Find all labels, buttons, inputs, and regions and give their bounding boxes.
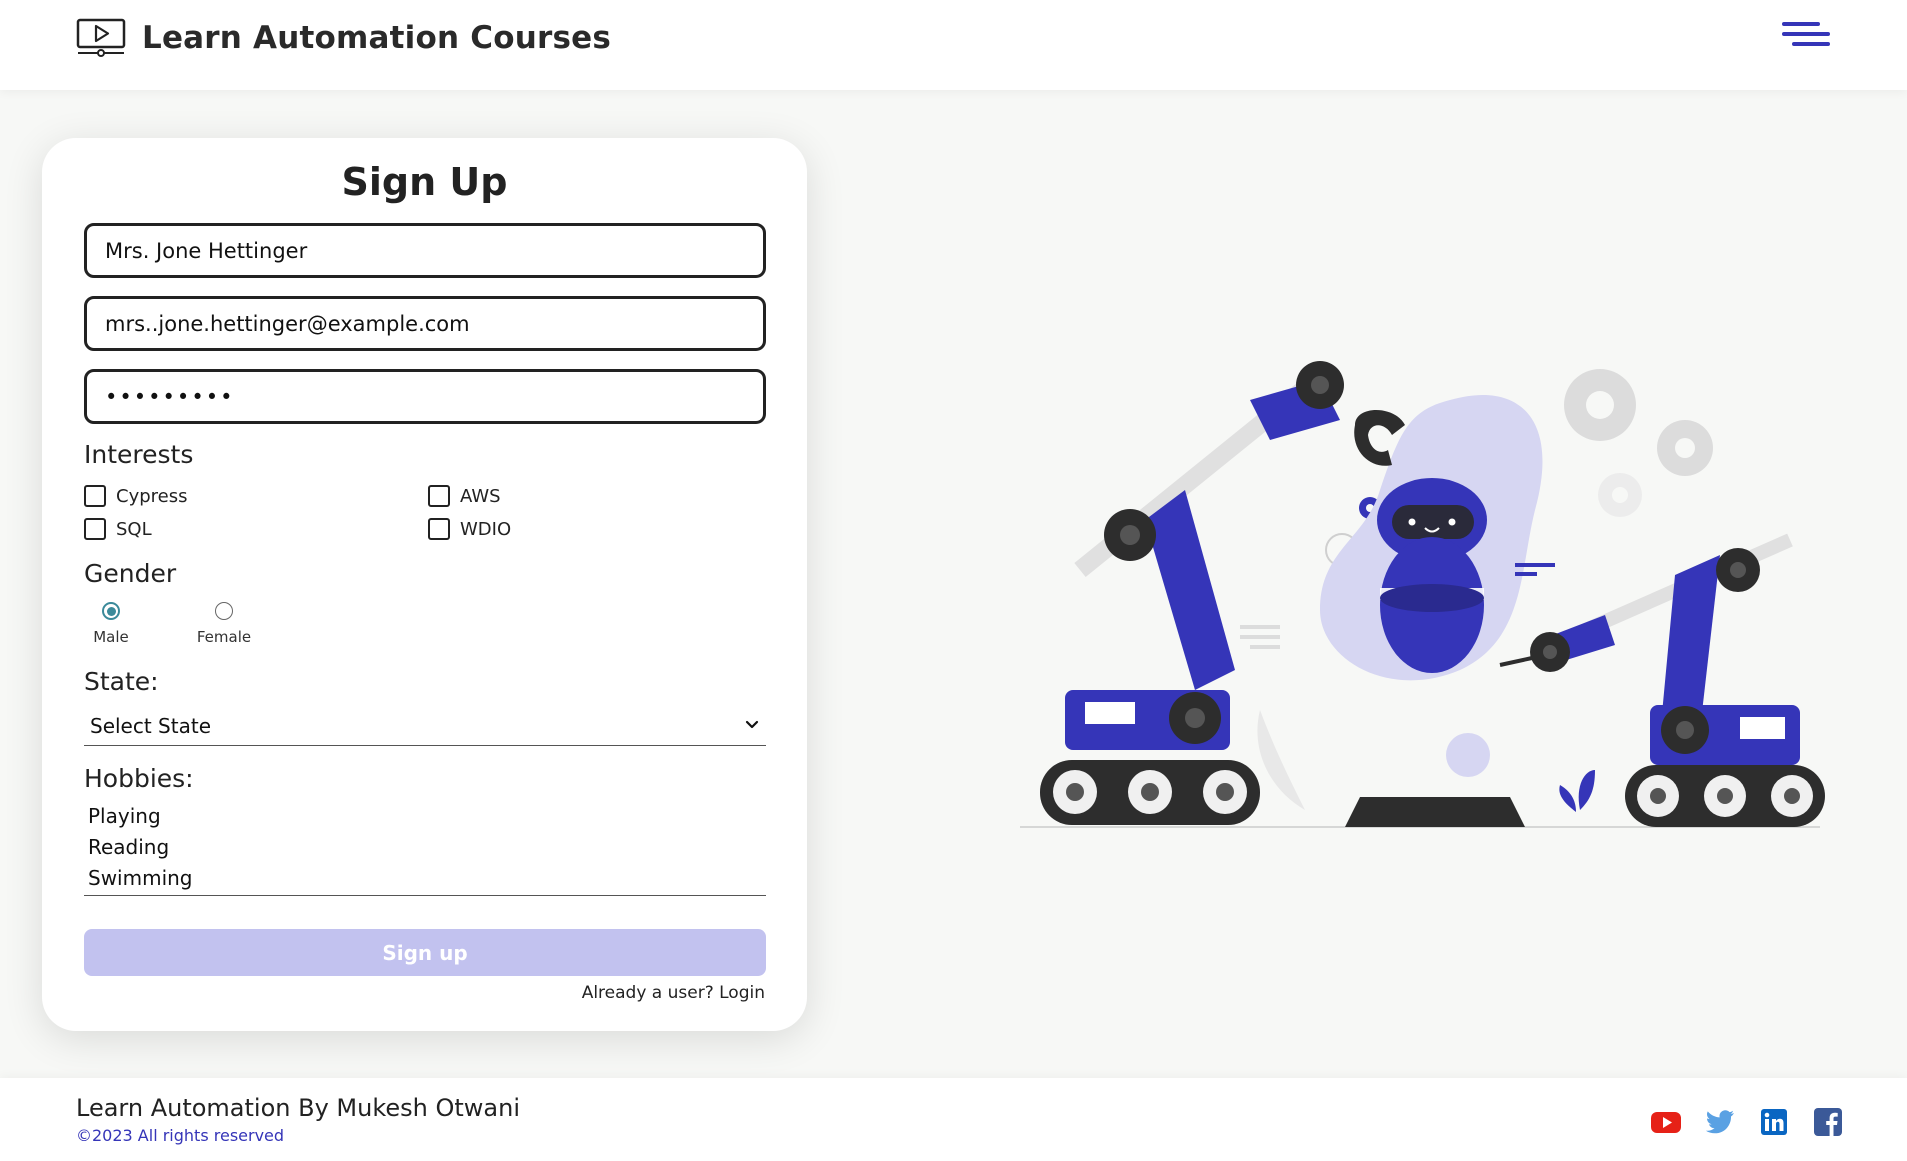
signup-card: Sign Up Interests Cypress AWS SQL WDIO G… xyxy=(42,138,807,1031)
checkbox-aws[interactable]: AWS xyxy=(428,485,501,507)
name-input[interactable] xyxy=(84,223,766,278)
form-title: Sign Up xyxy=(341,160,508,204)
radio-label: Female xyxy=(196,628,252,646)
facebook-icon[interactable] xyxy=(1812,1106,1844,1138)
checkbox-box[interactable] xyxy=(84,485,106,507)
gender-label: Gender xyxy=(84,559,177,588)
state-label: State: xyxy=(84,667,159,696)
checkbox-sql[interactable]: SQL xyxy=(84,518,152,540)
hobby-option[interactable]: Playing xyxy=(84,802,766,833)
top-navbar: Learn Automation Courses xyxy=(0,0,1907,90)
checkbox-box[interactable] xyxy=(428,485,450,507)
checkbox-label: WDIO xyxy=(460,518,512,540)
hobbies-label: Hobbies: xyxy=(84,764,194,793)
checkbox-label: SQL xyxy=(116,518,152,540)
hobby-option[interactable]: Swimming xyxy=(84,864,766,895)
checkbox-wdio[interactable]: WDIO xyxy=(428,518,511,540)
radio-female[interactable]: Female xyxy=(179,602,269,646)
checkbox-label: Cypress xyxy=(116,485,188,507)
footer: Learn Automation By Mukesh Otwani ©2023 … xyxy=(0,1078,1907,1161)
robot-arms-illustration xyxy=(1020,361,1825,828)
state-select-value: Select State xyxy=(90,714,211,738)
password-input[interactable] xyxy=(84,369,766,424)
copyright-text: ©2023 All rights reserved xyxy=(76,1126,285,1145)
hamburger-menu-icon[interactable] xyxy=(1782,22,1830,54)
chevron-down-icon xyxy=(745,720,759,729)
hobbies-listbox[interactable]: Playing Reading Swimming xyxy=(84,802,766,896)
brand[interactable]: Learn Automation Courses xyxy=(76,18,611,58)
radio-circle[interactable] xyxy=(215,602,233,620)
checkbox-cypress[interactable]: Cypress xyxy=(84,485,187,507)
twitter-icon[interactable] xyxy=(1704,1106,1736,1138)
radio-label: Male xyxy=(93,628,129,646)
linkedin-icon[interactable] xyxy=(1758,1106,1790,1138)
youtube-icon[interactable] xyxy=(1650,1106,1682,1138)
hobby-option[interactable]: Reading xyxy=(84,833,766,864)
checkbox-box[interactable] xyxy=(84,518,106,540)
signup-button[interactable]: Sign up xyxy=(84,929,766,976)
site-title: Learn Automation Courses xyxy=(142,20,611,56)
state-select[interactable]: Select State xyxy=(84,710,766,746)
checkbox-box[interactable] xyxy=(428,518,450,540)
radio-circle[interactable] xyxy=(102,602,120,620)
interests-label: Interests xyxy=(84,440,194,469)
right-robot-arm xyxy=(1499,533,1825,827)
footer-title: Learn Automation By Mukesh Otwani xyxy=(76,1094,520,1122)
video-play-monitor-icon xyxy=(76,18,126,57)
email-input[interactable] xyxy=(84,296,766,351)
robot-figure xyxy=(1377,478,1487,673)
login-link[interactable]: Already a user? Login xyxy=(582,983,765,1003)
checkbox-label: AWS xyxy=(460,485,501,507)
radio-male[interactable]: Male xyxy=(66,602,156,646)
